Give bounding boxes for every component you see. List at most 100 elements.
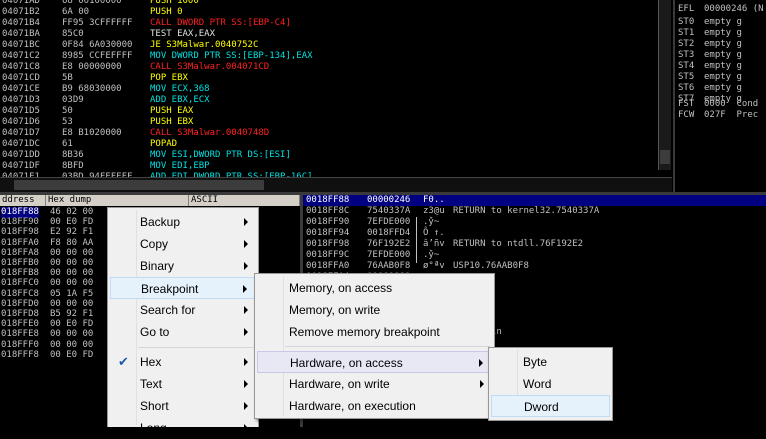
menu-separator [285, 346, 490, 347]
disasm-row[interactable]: 04071CD 5B POP EBX [0, 73, 673, 84]
breakpoint-submenu: Memory, on access Memory, on write Remove … [254, 273, 495, 419]
disasm-address: 04071C2 [2, 51, 40, 61]
disasm-instruction: CALL DWORD PTR SS:[EBP-C4] [150, 18, 291, 28]
register-st[interactable]: ST5 empty g [675, 72, 766, 83]
menu-item-label: Dword [524, 400, 559, 414]
column-header-hex-dump[interactable]: Hex dump [46, 195, 189, 206]
stack-row[interactable]: 0018FF8C 7540337A z3@u RETURN to kernel32.7… [303, 206, 766, 217]
disasm-address: 04071CD [2, 73, 40, 83]
register-st[interactable]: ST2 empty g [675, 39, 766, 50]
register-st[interactable]: ST6 empty g [675, 83, 766, 94]
menu-item-long[interactable]: Long [110, 417, 256, 439]
menu-item-word[interactable]: Word [491, 373, 610, 395]
column-header-address[interactable]: ddress [0, 195, 46, 206]
menu-item-binary[interactable]: Binary [110, 255, 256, 277]
submenu-arrow-icon [244, 380, 248, 388]
menu-item-remove-memory-breakpoint[interactable]: Remove memory breakpoint [257, 321, 492, 343]
disassembly-pane[interactable]: 04071AD 68 00100000 PUSH 1000 04071B2 6A 00 P… [0, 0, 673, 192]
register-label: FST [678, 99, 695, 109]
menu-item-memory-on-access[interactable]: Memory, on access [257, 277, 492, 299]
menu-item-short[interactable]: Short [110, 395, 256, 417]
menu-item-label: Go to [140, 325, 170, 339]
menu-item-backup[interactable]: Backup [110, 211, 256, 233]
register-st[interactable]: ST4 empty g [675, 61, 766, 72]
menu-item-hardware-on-write[interactable]: Hardware, on write [257, 373, 492, 395]
menu-item-dword[interactable]: Dword [491, 395, 610, 417]
register-efl[interactable]: EFL 00000246 (N [675, 4, 766, 15]
menu-item-label: Byte [523, 355, 548, 369]
menu-item-breakpoint[interactable]: Breakpoint [110, 277, 256, 299]
disasm-instruction: PUSH 0 [150, 7, 183, 17]
stack-row[interactable]: 0018FF94 0018FFD4 Ô ↑. [303, 228, 766, 239]
menu-item-hex[interactable]: ✔ Hex [110, 351, 256, 373]
disasm-hex: 50 [62, 106, 73, 116]
disasm-instruction: MOV ESI,DWORD PTR DS:[ESI] [150, 150, 291, 160]
disasm-row[interactable]: 04071B4 FF95 3CFFFFFF CALL DWORD PTR SS:[E… [0, 18, 673, 29]
register-value: empty g [704, 28, 742, 38]
stack-ascii: .̀ý~ [423, 250, 440, 260]
pane-splitter-vertical[interactable] [673, 0, 675, 194]
stack-row[interactable]: 0018FF90 7EFDE000 .̀ý~ [303, 217, 766, 228]
disasm-row[interactable]: 04071D7 E8 B1020000 CALL S3Malwar.0040748D [0, 128, 673, 139]
stack-ascii: .̀ý~ [423, 217, 440, 227]
disasm-row[interactable]: 04071BA 85C0 TEST EAX,EAX [0, 29, 673, 40]
disasm-instruction: ADD EBX,ECX [150, 95, 210, 105]
disasm-row[interactable]: 04071C2 8985 CCFEFFFF MOV DWORD PTR SS:[EB… [0, 51, 673, 62]
menu-item-label: Search for [140, 303, 196, 317]
register-label: FCW [678, 110, 695, 120]
disasm-hex: B9 68030000 [62, 84, 122, 94]
disasm-hex: 5B [62, 73, 73, 83]
disasm-instruction: PUSH 1000 [150, 0, 199, 6]
disasm-row[interactable]: 04071AD 68 00100000 PUSH 1000 [0, 0, 673, 7]
register-st[interactable]: ST1 empty g [675, 28, 766, 39]
scrollbar-thumb[interactable] [660, 150, 670, 164]
disasm-row[interactable]: 04071D3 03D9 ADD EBX,ECX [0, 95, 673, 106]
disasm-row[interactable]: 04071D5 50 PUSH EAX [0, 106, 673, 117]
register-value: empty g [704, 17, 742, 27]
disasm-hex: 03D9 [62, 95, 84, 105]
stack-row[interactable]: 0018FFA0 76AAB0F8 ø°ªv USP10.76AAB0F8 [303, 261, 766, 272]
stack-row[interactable]: 0018FF98 76F192E2 â’ñv RETURN to ntdll.76F1… [303, 239, 766, 250]
disasm-hex: 61 [62, 139, 73, 149]
disasm-row[interactable]: 04071BC 0F84 6A030000 JE S3Malwar.0040752C [0, 40, 673, 51]
stack-row[interactable]: 0018FF88 00000246 F0.. [303, 195, 766, 206]
stack-row[interactable]: 0018FF9C 7EFDE000 .̀ý~ [303, 250, 766, 261]
menu-item-label: Memory, on write [289, 303, 381, 317]
register-value: empty g [704, 50, 742, 60]
menu-item-byte[interactable]: Byte [491, 351, 610, 373]
scrollbar-thumb[interactable] [14, 180, 264, 190]
disasm-row[interactable]: 04071B2 6A 00 PUSH 0 [0, 7, 673, 18]
disasm-row[interactable]: 04071D6 53 PUSH EBX [0, 117, 673, 128]
menu-item-label: Hardware, on write [289, 377, 390, 391]
register-st[interactable]: ST3 empty g [675, 50, 766, 61]
menu-item-memory-on-write[interactable]: Memory, on write [257, 299, 492, 321]
register-fst[interactable]: FST 0000 Cond [675, 99, 766, 110]
stack-address: 0018FF94 [306, 228, 350, 238]
menu-item-hardware-on-access[interactable]: Hardware, on access [257, 351, 492, 373]
disassembly-horizontal-scrollbar[interactable] [0, 177, 672, 192]
disasm-row[interactable]: 04071C8 E8 00000000 CALL S3Malwar.004071CD [0, 62, 673, 73]
disasm-address: 04071BA [2, 29, 40, 39]
disasm-hex: 68 00100000 [62, 0, 122, 6]
disasm-row[interactable]: 04071CE B9 68030000 MOV ECX,368 [0, 84, 673, 95]
disasm-address: 04071B2 [2, 7, 40, 17]
disasm-row[interactable]: 04071DC 61 POPAD [0, 139, 673, 150]
menu-item-go-to[interactable]: Go to [110, 321, 256, 343]
disassembly-vertical-scrollbar[interactable] [658, 0, 671, 170]
menu-item-hardware-on-execution[interactable]: Hardware, on execution [257, 395, 492, 417]
registers-pane[interactable]: EFL 00000246 (N ST0 empty g ST1 empty g ST2 e… [675, 0, 766, 192]
disasm-hex: 85C0 [62, 29, 84, 39]
menu-item-search-for[interactable]: Search for [110, 299, 256, 321]
register-st[interactable]: ST0 empty g [675, 17, 766, 28]
register-fcw[interactable]: FCW 027F Prec [675, 110, 766, 121]
menu-item-copy[interactable]: Copy [110, 233, 256, 255]
menu-item-label: Copy [140, 237, 169, 251]
column-header-ascii[interactable]: ASCII [189, 195, 300, 206]
register-value: empty g [704, 61, 742, 71]
menu-item-label: Hex [140, 355, 162, 369]
stack-comment: RETURN to ntdll.76F192E2 [453, 239, 584, 249]
stack-frame-bracket [416, 217, 417, 263]
menu-item-text[interactable]: Text [110, 373, 256, 395]
disasm-row[interactable]: 04071DF 8BFD MOV EDI,EBP [0, 161, 673, 172]
disasm-row[interactable]: 04071DD 8B36 MOV ESI,DWORD PTR DS:[ESI] [0, 150, 673, 161]
